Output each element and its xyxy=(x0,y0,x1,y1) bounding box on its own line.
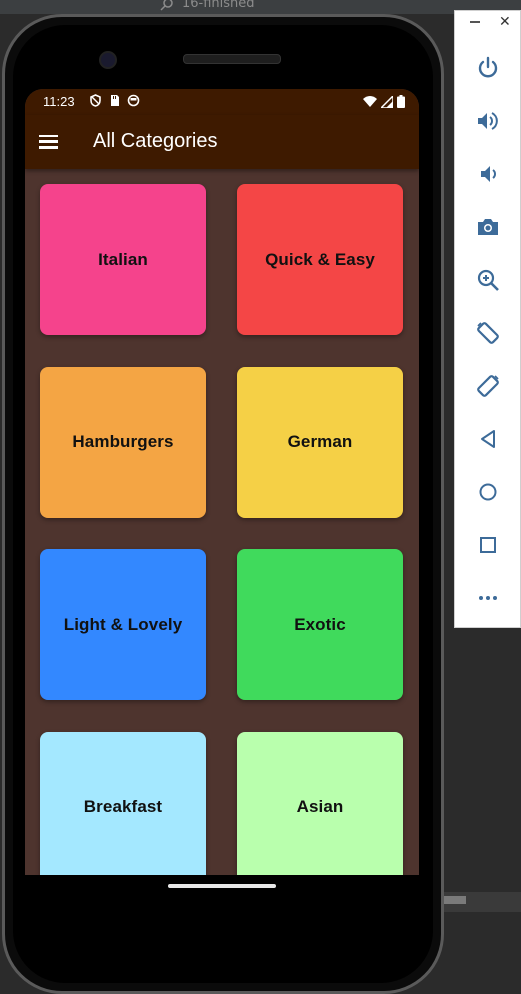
status-bar: 11:23 xyxy=(25,89,419,115)
emulator-toolbar: ✕ xyxy=(454,10,521,628)
rotate-left-icon[interactable] xyxy=(473,318,503,348)
sd-card-icon xyxy=(108,94,121,107)
category-tile[interactable]: German xyxy=(237,366,403,518)
page-title: All Categories xyxy=(93,130,218,152)
category-label: Italian xyxy=(98,249,148,269)
battery-icon xyxy=(397,95,405,111)
phone-screen: 11:23 All Categories Italian Quick & Easy… xyxy=(25,89,419,875)
category-label: Breakfast xyxy=(83,797,163,816)
overview-icon[interactable] xyxy=(473,530,503,560)
navigation-bar xyxy=(25,875,419,963)
signal-icon xyxy=(379,93,394,111)
back-icon[interactable] xyxy=(473,424,503,454)
volume-down-icon[interactable] xyxy=(473,159,503,189)
category-tile[interactable]: Exotic xyxy=(237,549,403,700)
category-label: Light & Lovely xyxy=(63,614,183,634)
category-label: Hamburgers xyxy=(72,432,174,451)
power-icon[interactable] xyxy=(473,53,503,83)
ide-scrollbar-thumb[interactable] xyxy=(444,896,466,904)
category-label: Quick & Easy xyxy=(265,249,375,269)
home-gesture-pill[interactable] xyxy=(168,884,276,888)
front-camera xyxy=(99,51,117,69)
rotate-right-icon[interactable] xyxy=(473,371,503,401)
close-icon[interactable]: ✕ xyxy=(499,14,511,30)
shield-icon xyxy=(89,94,102,107)
ide-search-text: 16-finished xyxy=(182,0,255,11)
camera-icon[interactable] xyxy=(473,212,503,242)
category-label: Asian xyxy=(296,797,344,816)
category-tile[interactable]: Italian xyxy=(40,184,206,335)
face-icon xyxy=(127,94,140,107)
category-tile[interactable]: Asian xyxy=(237,731,403,875)
category-tile[interactable]: Breakfast xyxy=(40,731,206,875)
minimize-icon[interactable] xyxy=(470,21,480,23)
wifi-icon xyxy=(363,95,377,111)
category-tile[interactable]: Quick & Easy xyxy=(237,184,403,335)
hamburger-menu-icon[interactable] xyxy=(39,131,61,153)
ide-search-bar[interactable]: 16-finished xyxy=(160,0,255,11)
category-tile[interactable]: Light & Lovely xyxy=(40,549,206,700)
search-icon xyxy=(160,0,173,11)
earpiece-speaker xyxy=(183,54,281,64)
zoom-icon[interactable] xyxy=(473,265,503,295)
status-time: 11:23 xyxy=(43,94,75,109)
ide-top-bar xyxy=(0,0,521,14)
app-bar: All Categories xyxy=(25,115,419,169)
category-label: Exotic xyxy=(294,614,346,634)
volume-up-icon[interactable] xyxy=(473,106,503,136)
category-tile[interactable]: Hamburgers xyxy=(40,366,206,518)
more-icon[interactable] xyxy=(473,583,503,613)
home-icon[interactable] xyxy=(473,477,503,507)
category-label: German xyxy=(287,432,353,451)
